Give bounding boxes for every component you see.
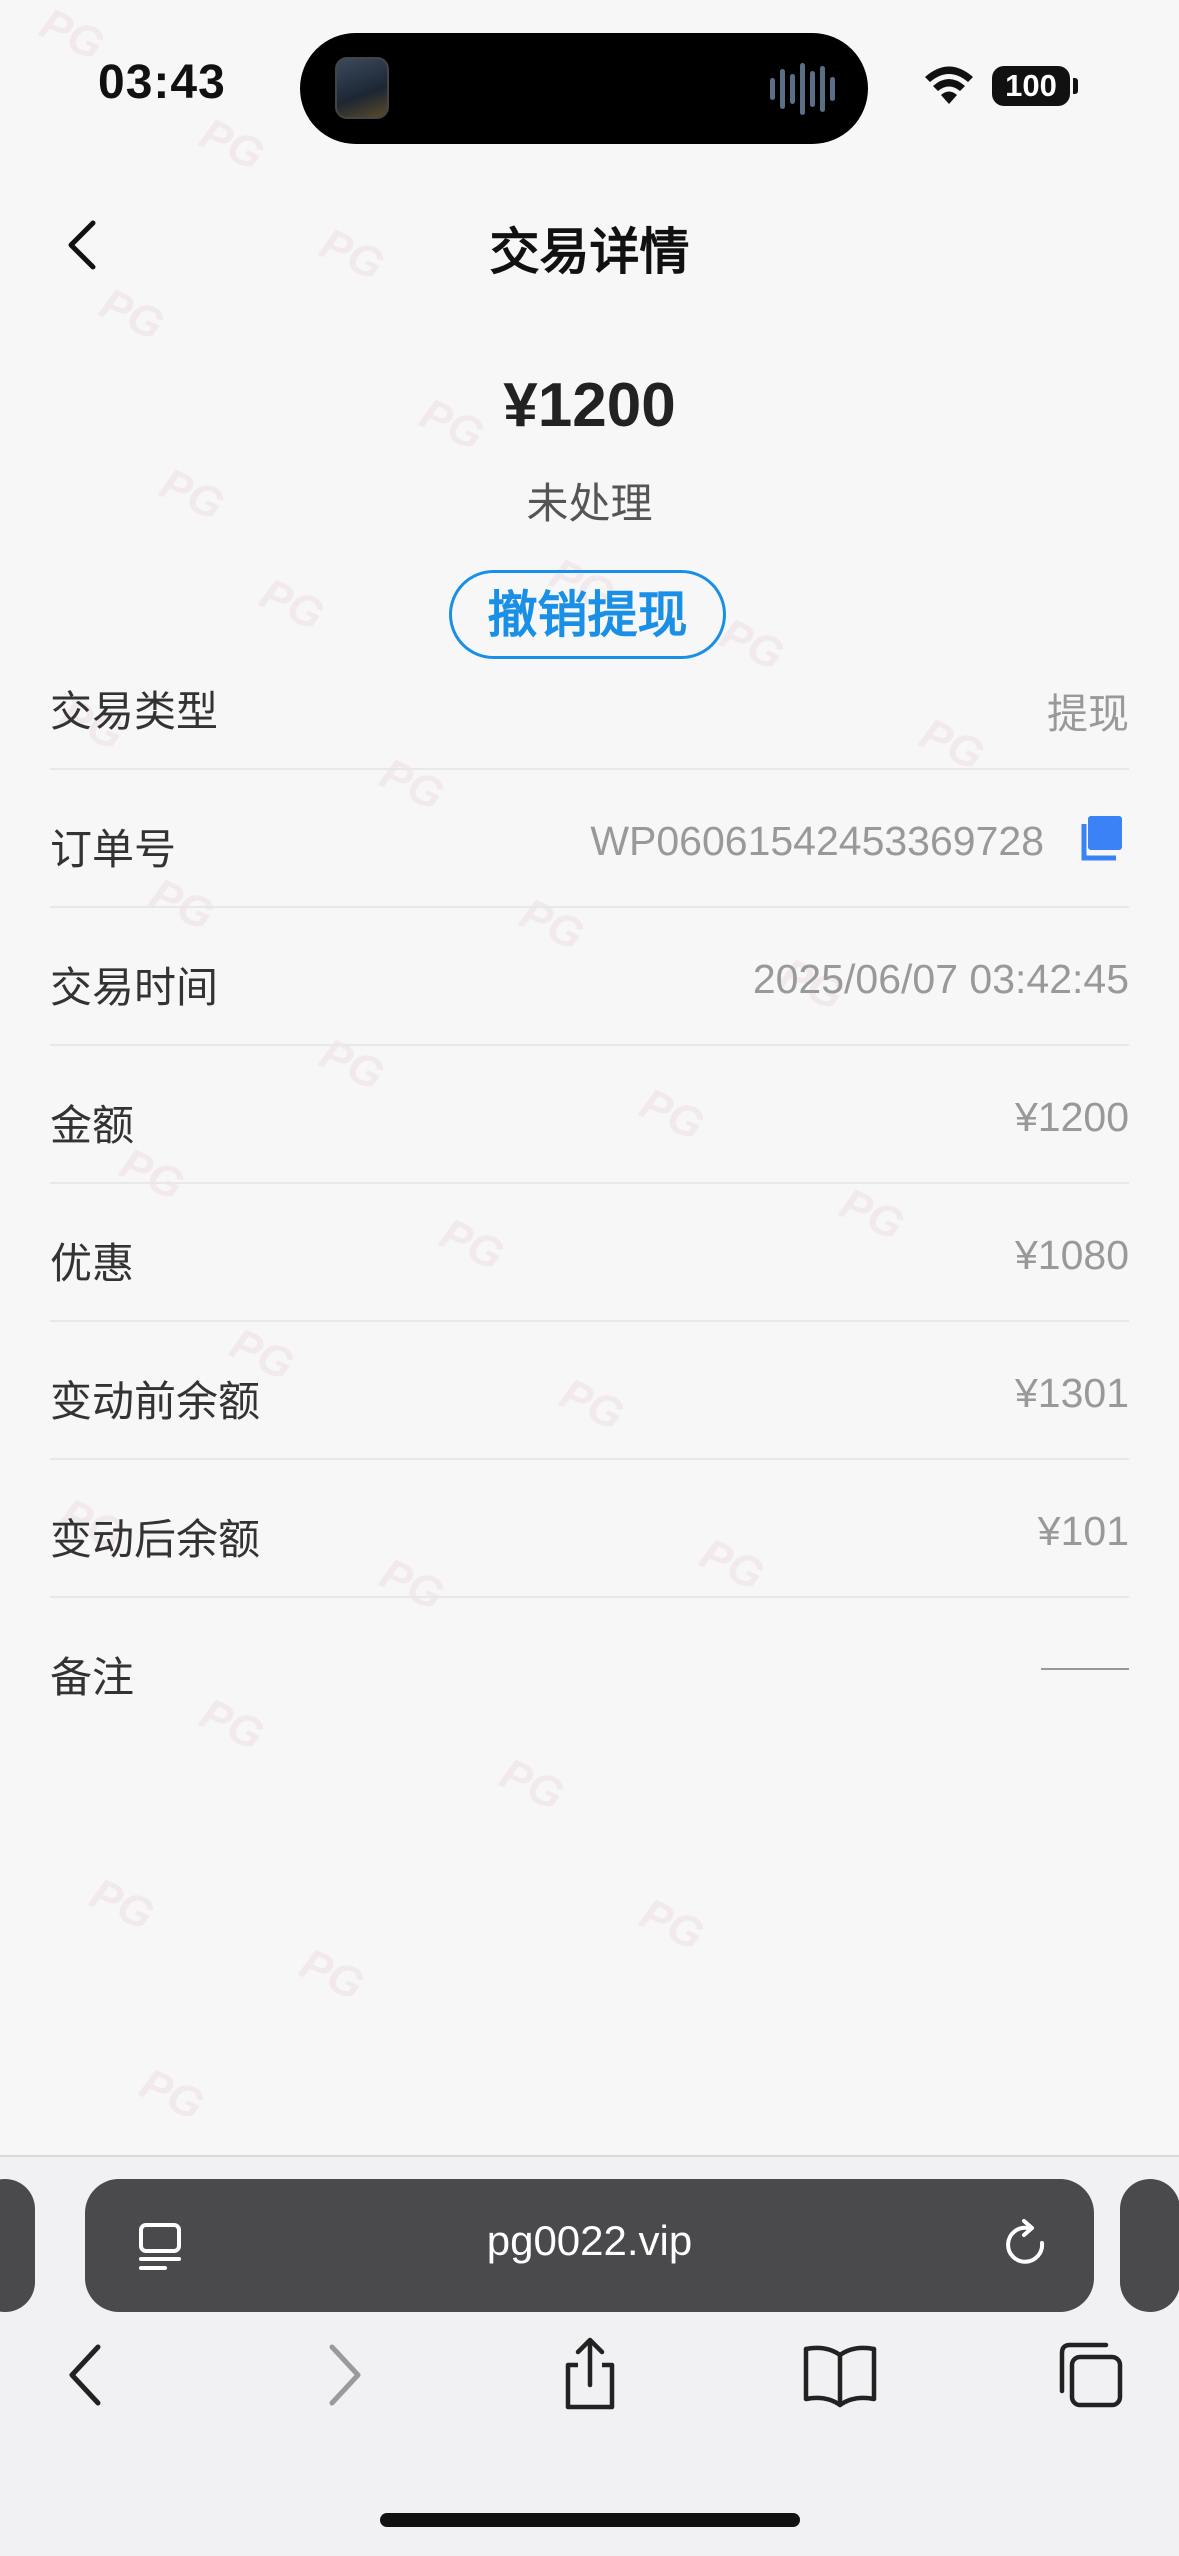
detail-label: 交易时间 <box>50 964 219 1011</box>
browser-back-icon[interactable] <box>48 2335 128 2415</box>
detail-row-balance-before: 变动前余额 ¥1301 <box>50 1322 1129 1460</box>
dynamic-island <box>300 33 868 144</box>
previous-tab-peek[interactable] <box>0 2179 35 2312</box>
detail-row-discount: 优惠 ¥1080 <box>50 1184 1129 1322</box>
detail-row-order-number: 订单号 WP06061542453369728 <box>50 770 1129 908</box>
watermark-text: PG <box>292 1938 372 2011</box>
url-text: pg0022.vip <box>486 2217 693 2264</box>
now-playing-artwork <box>335 57 389 119</box>
bookmarks-icon[interactable] <box>800 2335 880 2415</box>
watermark-text: PG <box>82 1868 162 1941</box>
copy-icon[interactable] <box>1076 814 1124 862</box>
detail-row-time: 交易时间 2025/06/07 03:42:45 <box>50 908 1129 1046</box>
watermark-text: PG <box>132 2058 212 2131</box>
address-bar[interactable]: pg0022.vip <box>85 2179 1094 2312</box>
detail-row-amount: 金额 ¥1200 <box>50 1046 1129 1184</box>
status-bar: 03:43 100 <box>0 0 1179 160</box>
detail-value: ¥1200 <box>1014 1094 1129 1140</box>
detail-label: 优惠 <box>50 1240 135 1287</box>
detail-value: 2025/06/07 03:42:45 <box>752 956 1129 1002</box>
page-title: 交易详情 <box>489 224 690 280</box>
transaction-amount: ¥1200 <box>503 371 676 440</box>
detail-value: ¥1301 <box>1014 1370 1129 1416</box>
order-number-value: WP06061542453369728 <box>590 818 1044 864</box>
detail-value: ¥101 <box>1037 1508 1129 1554</box>
wifi-icon <box>925 66 973 104</box>
detail-value: ¥1080 <box>1014 1232 1129 1278</box>
browser-forward-icon[interactable] <box>302 2335 382 2415</box>
reload-icon[interactable] <box>998 2217 1054 2273</box>
audio-wave-icon <box>770 61 840 117</box>
detail-label: 金额 <box>50 1102 135 1149</box>
home-indicator <box>380 2513 800 2527</box>
detail-label: 变动后余额 <box>50 1516 261 1563</box>
detail-row-type: 交易类型 提现 <box>50 632 1129 770</box>
details-list: 交易类型 提现 订单号 WP06061542453369728 交易时间 202… <box>50 632 1129 1736</box>
detail-row-balance-after: 变动后余额 ¥101 <box>50 1460 1129 1598</box>
watermark-text: PG <box>492 1748 572 1821</box>
detail-label: 交易类型 <box>50 688 219 735</box>
battery-indicator: 100 <box>992 66 1078 106</box>
detail-value: 提现 <box>1047 691 1129 737</box>
watermark-text: PG <box>632 1888 712 1961</box>
tabs-icon[interactable] <box>1050 2335 1130 2415</box>
empty-value-dash <box>1041 1668 1129 1670</box>
detail-label: 订单号 <box>50 826 177 873</box>
watermark-text: PG <box>252 568 332 641</box>
status-time: 03:43 <box>98 56 226 109</box>
share-icon[interactable] <box>550 2335 630 2415</box>
detail-label: 备注 <box>50 1654 135 1701</box>
transaction-status: 未处理 <box>526 480 653 527</box>
detail-label: 变动前余额 <box>50 1378 261 1425</box>
detail-row-remark: 备注 <box>50 1598 1129 1736</box>
next-tab-peek[interactable] <box>1120 2179 1179 2312</box>
page-header: 交易详情 <box>0 190 1179 300</box>
